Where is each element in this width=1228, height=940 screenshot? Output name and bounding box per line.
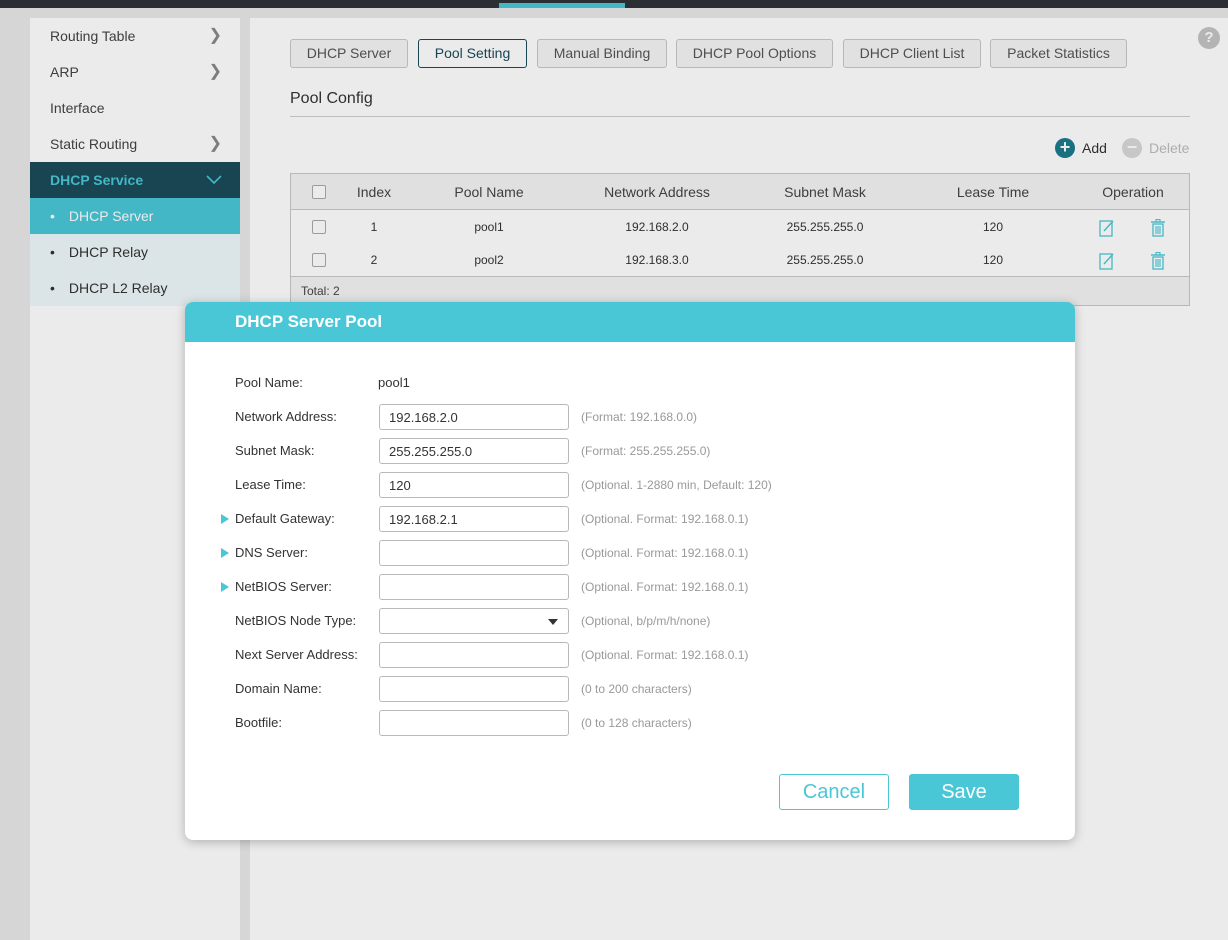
dns-server-input[interactable] <box>379 540 569 566</box>
expand-marker-icon[interactable] <box>221 582 229 592</box>
field-hint: (Optional. Format: 192.168.0.1) <box>581 512 749 526</box>
field-label: Next Server Address: <box>235 647 358 662</box>
field-hint: (Format: 192.168.0.0) <box>581 410 698 424</box>
form-row-next-server-address: Next Server Address: (Optional. Format: … <box>185 642 1075 668</box>
field-label: Bootfile: <box>235 715 282 730</box>
field-hint: (Optional, b/p/m/h/none) <box>581 614 711 628</box>
lease-time-input[interactable] <box>379 472 569 498</box>
form-row-network-address: Network Address: (Format: 192.168.0.0) <box>185 404 1075 430</box>
field-label: Default Gateway: <box>235 511 335 526</box>
field-label: Lease Time: <box>235 477 306 492</box>
default-gateway-input[interactable] <box>379 506 569 532</box>
field-label: NetBIOS Server: <box>235 579 332 594</box>
dialog-title: DHCP Server Pool <box>235 312 383 331</box>
field-label: NetBIOS Node Type: <box>235 613 357 628</box>
netbios-server-input[interactable] <box>379 574 569 600</box>
next-server-address-input[interactable] <box>379 642 569 668</box>
dialog-header: DHCP Server Pool <box>185 302 1075 342</box>
netbios-node-type-select[interactable] <box>379 608 569 634</box>
expand-marker-icon[interactable] <box>221 548 229 558</box>
field-hint: (Optional. Format: 192.168.0.1) <box>581 648 749 662</box>
field-hint: (Optional. Format: 192.168.0.1) <box>581 580 749 594</box>
form-row-bootfile: Bootfile: (0 to 128 characters) <box>185 710 1075 736</box>
form-row-pool-name: Pool Name: pool1 <box>185 370 1075 396</box>
subnet-mask-input[interactable] <box>379 438 569 464</box>
form-row-subnet-mask: Subnet Mask: (Format: 255.255.255.0) <box>185 438 1075 464</box>
dhcp-server-pool-dialog: DHCP Server Pool Pool Name: pool1 Networ… <box>185 302 1075 840</box>
field-label: Pool Name: <box>235 375 303 390</box>
bootfile-input[interactable] <box>379 710 569 736</box>
field-hint: (Optional. Format: 192.168.0.1) <box>581 546 749 560</box>
field-label: Subnet Mask: <box>235 443 315 458</box>
form-row-lease-time: Lease Time: (Optional. 1-2880 min, Defau… <box>185 472 1075 498</box>
field-hint: (0 to 200 characters) <box>581 682 692 696</box>
field-hint: (0 to 128 characters) <box>581 716 692 730</box>
field-label: DNS Server: <box>235 545 308 560</box>
save-button[interactable]: Save <box>909 774 1019 810</box>
cancel-button[interactable]: Cancel <box>779 774 889 810</box>
form-row-domain-name: Domain Name: (0 to 200 characters) <box>185 676 1075 702</box>
form-row-default-gateway: Default Gateway: (Optional. Format: 192.… <box>185 506 1075 532</box>
form-row-dns-server: DNS Server: (Optional. Format: 192.168.0… <box>185 540 1075 566</box>
network-address-input[interactable] <box>379 404 569 430</box>
form-row-netbios-server: NetBIOS Server: (Optional. Format: 192.1… <box>185 574 1075 600</box>
field-label: Domain Name: <box>235 681 322 696</box>
form-row-netbios-node-type: NetBIOS Node Type: (Optional, b/p/m/h/no… <box>185 608 1075 634</box>
field-hint: (Optional. 1-2880 min, Default: 120) <box>581 478 772 492</box>
domain-name-input[interactable] <box>379 676 569 702</box>
field-hint: (Format: 255.255.255.0) <box>581 444 711 458</box>
field-label: Network Address: <box>235 409 337 424</box>
dropdown-caret-icon <box>548 619 558 625</box>
expand-marker-icon[interactable] <box>221 514 229 524</box>
pool-name-value: pool1 <box>378 375 410 390</box>
